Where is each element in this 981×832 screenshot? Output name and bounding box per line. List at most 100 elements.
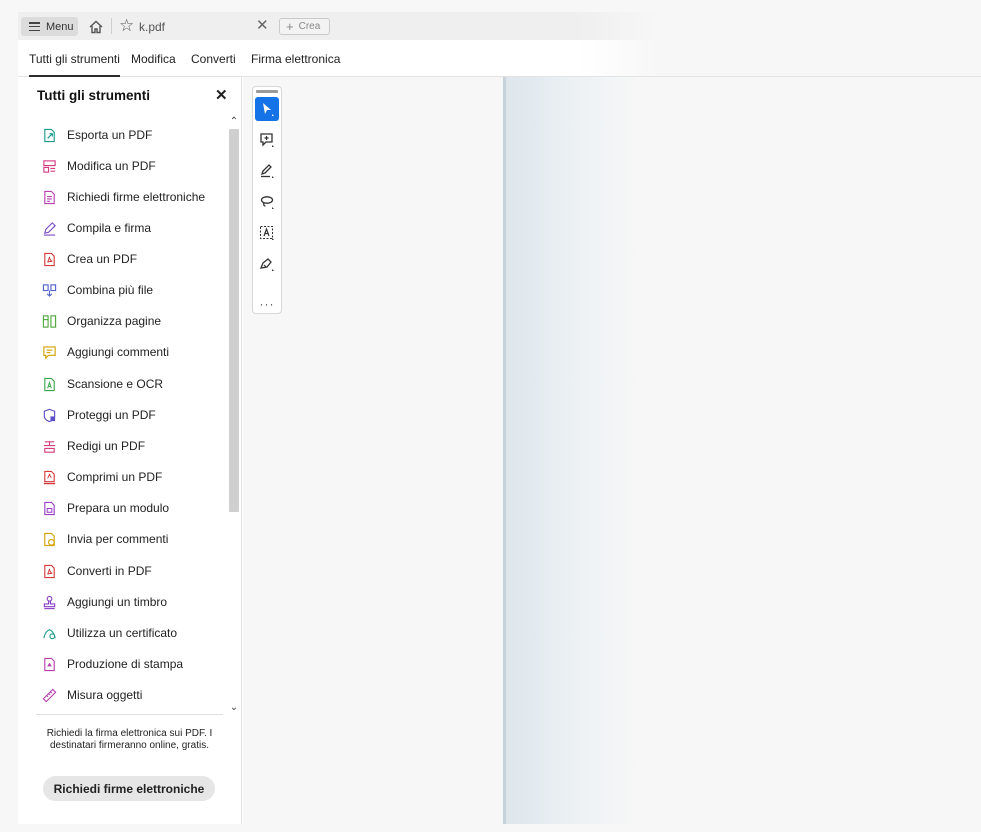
tool-redact-pdf[interactable]: Redigi un PDF (42, 436, 145, 456)
send-for-comments-icon (44, 532, 55, 546)
redact-pdf-icon (43, 440, 56, 453)
tool-add-comments[interactable]: Aggiungi commenti (42, 342, 169, 362)
tool-label: Esporta un PDF (67, 128, 153, 142)
create-tab-button[interactable]: + Crea (279, 18, 330, 35)
panel-divider (36, 714, 223, 715)
highlight-pen-icon (260, 164, 274, 178)
text-select-tool-button[interactable] (255, 221, 279, 245)
tool-send-for-comments[interactable]: Invia per commenti (42, 529, 168, 549)
tool-label: Utilizza un certificato (67, 626, 178, 640)
nav-esign[interactable]: Firma elettronica (251, 52, 340, 66)
tool-label: Richiedi firme elettroniche (67, 190, 206, 204)
tab-separator (111, 18, 112, 34)
select-tool-button[interactable] (255, 97, 279, 121)
menu-button[interactable]: Menu (21, 17, 78, 36)
tool-label: Invia per commenti (67, 532, 169, 546)
stamp-icon (43, 595, 56, 609)
fill-sign-icon (43, 221, 56, 236)
comment-tool-button[interactable] (255, 128, 279, 152)
more-tools-button[interactable]: ··· (255, 297, 279, 311)
tool-measure[interactable]: Misura oggetti (42, 685, 142, 705)
request-signatures-icon (44, 190, 55, 204)
nav-all-tools[interactable]: Tutti gli strumenti (29, 52, 120, 77)
tool-label: Aggiungi un timbro (67, 595, 168, 609)
page-edge (503, 77, 506, 824)
text-select-icon (259, 225, 274, 240)
tool-label: Comprimi un PDF (67, 470, 163, 484)
highlight-tool-button[interactable] (255, 159, 279, 183)
tool-label: Compila e firma (67, 221, 152, 235)
plus-icon: + (286, 19, 294, 34)
tool-export-pdf[interactable]: Esporta un PDF (42, 125, 152, 145)
tool-fill-sign[interactable]: Compila e firma (42, 218, 151, 238)
measure-icon (42, 688, 57, 702)
organize-pages-icon (42, 314, 57, 328)
add-comments-icon (43, 345, 56, 359)
draw-tool-button[interactable] (255, 252, 279, 276)
tool-label: Aggiungi commenti (67, 345, 170, 359)
convert-to-pdf-icon (44, 564, 55, 578)
tool-prepare-form[interactable]: Prepara un modulo (42, 498, 169, 518)
bottom-strip (18, 824, 981, 832)
tool-request-signatures[interactable]: Richiedi firme elettroniche (42, 187, 205, 207)
tool-label: Converti in PDF (67, 564, 152, 578)
compress-pdf-icon (43, 470, 56, 484)
create-pdf-icon (44, 252, 55, 266)
tool-protect-pdf[interactable]: Proteggi un PDF (42, 405, 156, 425)
request-signatures-button[interactable]: Richiedi firme elettroniche (43, 776, 215, 801)
all-tools-panel: Tutti gli strumenti ✕ Esporta un PDF Mod… (18, 77, 242, 824)
tool-label: Misura oggetti (67, 688, 143, 702)
scroll-thumb[interactable] (229, 129, 239, 512)
tool-label: Redigi un PDF (67, 439, 146, 453)
tool-label: Crea un PDF (67, 252, 138, 266)
tool-label: Combina più file (67, 283, 154, 297)
close-panel-icon[interactable]: ✕ (215, 88, 228, 104)
tool-convert-to-pdf[interactable]: Converti in PDF (42, 561, 152, 581)
hamburger-icon (29, 22, 40, 31)
close-tab-icon[interactable]: ✕ (256, 17, 269, 35)
tool-scan-ocr[interactable]: Scansione e OCR (42, 374, 163, 394)
star-icon[interactable]: ☆ (119, 16, 134, 36)
quick-tools-bar: ··· (252, 86, 282, 314)
create-tab-label: Crea (298, 21, 321, 32)
top-navigation: Tutti gli strumenti Modifica Converti Fi… (18, 40, 981, 77)
chevron-down-icon[interactable]: ⌄ (229, 703, 239, 713)
certificate-icon (43, 628, 56, 639)
tool-add-stamp[interactable]: Aggiungi un timbro (42, 592, 167, 612)
tool-edit-pdf[interactable]: Modifica un PDF (42, 156, 156, 176)
lasso-icon (260, 196, 274, 209)
tool-label: Organizza pagine (67, 314, 162, 328)
select-icon (263, 103, 274, 116)
app-window: Menu ☆ k.pdf ✕ + Crea Tutti gli strument… (18, 12, 981, 832)
nav-convert[interactable]: Converti (191, 52, 236, 66)
print-production-icon (44, 657, 55, 671)
tool-organize-pages[interactable]: Organizza pagine (42, 311, 161, 331)
chevron-up-icon[interactable]: ⌃ (229, 117, 239, 127)
title-bar: Menu ☆ k.pdf ✕ + Crea (18, 12, 981, 40)
tool-label: Produzione di stampa (67, 657, 184, 671)
comment-icon (260, 133, 274, 147)
draw-pen-icon (259, 258, 274, 271)
tool-label: Prepara un modulo (67, 501, 170, 515)
panel-title: Tutti gli strumenti (37, 88, 150, 103)
document-tab-title[interactable]: k.pdf (139, 20, 165, 34)
home-icon (89, 20, 103, 34)
document-area[interactable]: ··· (243, 77, 981, 824)
combine-files-icon (42, 283, 57, 297)
tool-create-pdf[interactable]: Crea un PDF (42, 249, 137, 269)
tool-use-certificate[interactable]: Utilizza un certificato (42, 623, 177, 643)
tool-label: Scansione e OCR (67, 377, 164, 391)
prepare-form-icon (44, 501, 55, 515)
tool-list-scrollbar[interactable]: ⌃ ⌄ (227, 113, 241, 715)
tool-combine-files[interactable]: Combina più file (42, 280, 153, 300)
nav-edit[interactable]: Modifica (131, 52, 176, 66)
lasso-tool-button[interactable] (255, 190, 279, 214)
edit-pdf-icon (43, 159, 56, 173)
promo-text: Richiedi la firma elettronica sui PDF. I… (46, 728, 213, 751)
toolbar-grip[interactable] (256, 90, 278, 93)
home-button[interactable] (87, 18, 105, 36)
tool-compress-pdf[interactable]: Comprimi un PDF (42, 467, 162, 487)
tool-label: Proteggi un PDF (67, 408, 156, 422)
protect-pdf-icon (43, 408, 56, 422)
tool-print-production[interactable]: Produzione di stampa (42, 654, 183, 674)
